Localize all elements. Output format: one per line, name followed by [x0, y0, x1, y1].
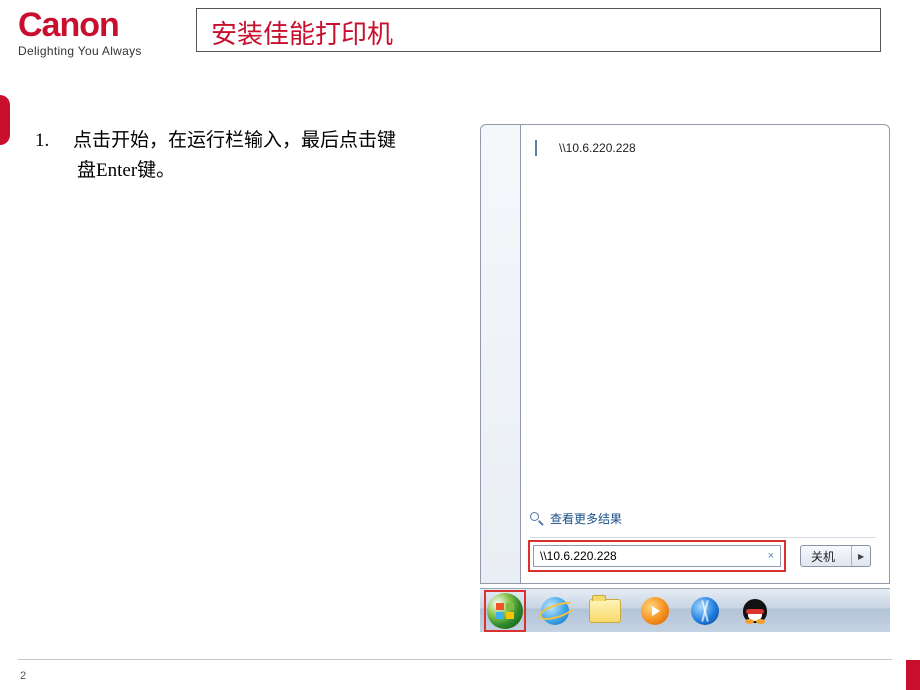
- search-row: \\10.6.220.228 × 关机 ▶: [528, 540, 871, 572]
- shutdown-arrow[interactable]: ▶: [851, 546, 870, 566]
- search-value: \\10.6.220.228: [540, 549, 617, 563]
- computer-icon: [535, 141, 551, 155]
- search-result-text: \\10.6.220.228: [559, 141, 636, 155]
- start-menu-left-pane: [480, 124, 520, 584]
- magnifier-icon: [530, 512, 544, 526]
- taskbar-qq[interactable]: [732, 593, 778, 629]
- shutdown-button[interactable]: 关机 ▶: [800, 545, 871, 567]
- folder-icon: [589, 599, 621, 623]
- ie-icon: [541, 597, 569, 625]
- start-menu-screenshot: \\10.6.220.228 查看更多结果 \\10.6.220.228 × 关…: [480, 124, 890, 632]
- taskbar: [480, 588, 890, 632]
- left-accent: [0, 95, 10, 145]
- see-more-results-link[interactable]: 查看更多结果: [530, 510, 622, 527]
- start-button-highlight: [484, 590, 526, 632]
- instruction-line1: 点击开始，在运行栏输入，最后点击键: [73, 130, 396, 151]
- shutdown-label: 关机: [801, 548, 851, 565]
- windows-logo-icon: [496, 603, 514, 619]
- search-result-item[interactable]: \\10.6.220.228: [535, 141, 875, 155]
- media-player-icon: [641, 597, 669, 625]
- taskbar-media-player[interactable]: [632, 593, 678, 629]
- instruction-line2: 盘Enter键。: [77, 156, 396, 186]
- divider: [530, 537, 876, 538]
- page-number: 2: [20, 670, 26, 682]
- slide-title: 安装佳能打印机: [196, 8, 881, 52]
- instruction-text: 1.点击开始，在运行栏输入，最后点击键 盘Enter键。: [35, 126, 396, 187]
- clear-icon[interactable]: ×: [768, 550, 774, 562]
- canon-logo: Canon Delighting You Always: [18, 8, 188, 58]
- blue-app-icon: [691, 597, 719, 625]
- footer-accent: [906, 660, 920, 690]
- logo-tagline: Delighting You Always: [18, 44, 188, 58]
- taskbar-blue-app[interactable]: [682, 593, 728, 629]
- list-number: 1.: [35, 126, 73, 156]
- logo-text: Canon: [18, 8, 188, 42]
- slide-header: Canon Delighting You Always 安装佳能打印机: [0, 0, 920, 58]
- qq-icon: [743, 597, 767, 625]
- taskbar-ie[interactable]: [532, 593, 578, 629]
- search-highlight: \\10.6.220.228 ×: [528, 540, 786, 572]
- footer-divider: [18, 659, 892, 660]
- search-input[interactable]: \\10.6.220.228 ×: [533, 545, 781, 567]
- start-button[interactable]: [487, 593, 523, 629]
- taskbar-explorer[interactable]: [582, 593, 628, 629]
- see-more-label: 查看更多结果: [550, 510, 622, 527]
